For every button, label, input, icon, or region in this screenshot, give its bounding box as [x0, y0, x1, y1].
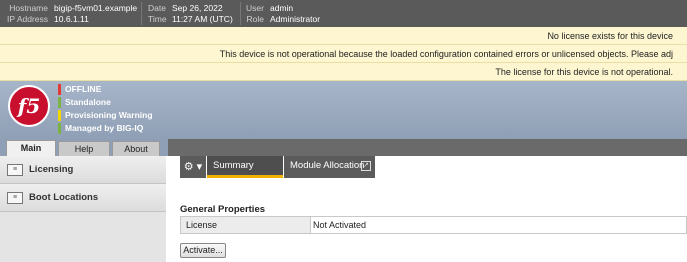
- gear-menu-button[interactable]: ⚙ ▾: [180, 156, 206, 178]
- status-label: Managed by BIG-IQ: [65, 123, 144, 133]
- status-red-indicator: [58, 84, 61, 95]
- status-label: OFFLINE: [65, 84, 102, 94]
- sidebar-item-label: Boot Locations: [29, 192, 99, 203]
- system-info-bar: Hostname bigip-f5vm01.example IP Address 1…: [0, 0, 687, 27]
- role-label: Role: [246, 14, 264, 24]
- status-offline[interactable]: OFFLINE: [58, 83, 153, 96]
- activate-button[interactable]: Activate...: [180, 243, 226, 258]
- device-status-list: OFFLINE Standalone Provisioning Warning …: [58, 83, 153, 135]
- f5-logo[interactable]: f5: [8, 85, 50, 127]
- status-managed-bigiq[interactable]: Managed by BIG-IQ: [58, 122, 153, 135]
- tab-module-allocation[interactable]: Module Allocation ↗: [284, 156, 375, 178]
- status-green-indicator: [58, 123, 61, 134]
- hostname-value: bigip-f5vm01.example: [54, 3, 138, 13]
- hostname-label: Hostname: [9, 3, 48, 13]
- sidebar-item-licensing[interactable]: ≡ Licensing: [0, 156, 166, 184]
- license-value: Not Activated: [313, 220, 367, 230]
- role-value: Administrator: [270, 14, 321, 24]
- content-toolbar: ⚙ ▾ Summary Module Allocation ↗: [180, 156, 687, 178]
- date-label: Date: [148, 3, 166, 13]
- sidebar-item-label: Licensing: [29, 164, 74, 175]
- app-header: f5 OFFLINE Standalone Provisioning Warni…: [0, 81, 687, 139]
- tab-main[interactable]: Main: [6, 140, 56, 156]
- section-title: General Properties: [180, 204, 266, 215]
- time-label: Time: [148, 14, 167, 24]
- datetime-info: Date Sep 26, 2022 Time 11:27 AM (UTC): [148, 3, 233, 25]
- status-provisioning-warning[interactable]: Provisioning Warning: [58, 109, 153, 122]
- ip-value: 10.6.1.11: [54, 14, 89, 24]
- ip-label: IP Address: [7, 14, 48, 24]
- properties-table: License Not Activated: [180, 216, 687, 234]
- status-label: Provisioning Warning: [65, 110, 153, 120]
- tab-summary[interactable]: Summary: [207, 156, 283, 178]
- time-value: 11:27 AM (UTC): [172, 14, 233, 24]
- tab-help[interactable]: Help: [58, 141, 110, 156]
- divider: [141, 2, 142, 25]
- date-value: Sep 26, 2022: [172, 3, 223, 13]
- status-green-indicator: [58, 97, 61, 108]
- boot-icon: ≡: [7, 192, 23, 204]
- sidebar-item-boot-locations[interactable]: ≡ Boot Locations: [0, 184, 166, 212]
- status-label: Standalone: [65, 97, 111, 107]
- notice-not-operational: This device is not operational because t…: [0, 45, 687, 63]
- license-label: License: [181, 217, 311, 233]
- divider: [240, 2, 241, 25]
- nav-tabs: Main Help About: [0, 139, 168, 156]
- status-standalone[interactable]: Standalone: [58, 96, 153, 109]
- user-value: admin: [270, 3, 294, 13]
- license-icon: ≡: [7, 164, 23, 176]
- external-link-icon: ↗: [361, 161, 371, 171]
- user-label: User: [246, 3, 264, 13]
- host-info: Hostname bigip-f5vm01.example IP Address 1…: [6, 3, 137, 25]
- notice-license-not-operational: The license for this device is not opera…: [0, 63, 687, 81]
- content-header-strip: [168, 139, 687, 156]
- notice-banners: No license exists for this device This d…: [0, 27, 687, 81]
- notice-no-license: No license exists for this device: [0, 27, 687, 45]
- user-info: User admin Role Administrator: [246, 3, 320, 25]
- sidebar: ≡ Licensing ≡ Boot Locations: [0, 156, 166, 262]
- tab-about[interactable]: About: [112, 141, 160, 156]
- status-yellow-indicator: [58, 110, 61, 121]
- tab-label: Module Allocation: [290, 160, 365, 171]
